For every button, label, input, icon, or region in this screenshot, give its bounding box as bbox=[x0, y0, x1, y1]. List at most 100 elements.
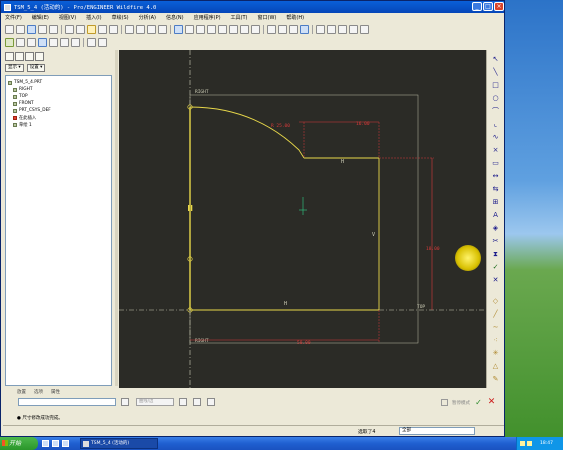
menu-analysis[interactable]: 分析(A) bbox=[139, 14, 156, 21]
menu-file[interactable]: 文件(F) bbox=[5, 14, 22, 21]
layers-icon[interactable] bbox=[251, 24, 260, 34]
menu-sketch[interactable]: 草绘(S) bbox=[112, 14, 129, 21]
datum-axis-tool-icon[interactable]: ╱ bbox=[490, 309, 501, 319]
panel-splitter[interactable] bbox=[115, 50, 118, 386]
selection-filter-icon[interactable] bbox=[147, 24, 156, 34]
rectangle-tool-icon[interactable]: □ bbox=[490, 80, 501, 90]
paste-icon[interactable] bbox=[87, 24, 96, 34]
menu-window[interactable]: 窗口(W) bbox=[258, 14, 277, 21]
show-desktop-icon[interactable] bbox=[42, 440, 49, 447]
saved-views-icon[interactable] bbox=[240, 24, 249, 34]
menu-edit[interactable]: 编辑(E) bbox=[32, 14, 49, 21]
flip-icon[interactable] bbox=[179, 398, 187, 406]
repaint-icon[interactable] bbox=[174, 24, 183, 34]
display-grid-icon[interactable] bbox=[60, 37, 69, 47]
remove-material-icon[interactable] bbox=[207, 398, 215, 406]
tab-options[interactable]: 选项 bbox=[34, 389, 43, 395]
hidden-line-icon[interactable] bbox=[278, 24, 287, 34]
tree-item-insert-here[interactable]: 在此插入 bbox=[8, 114, 109, 121]
arc-tool-icon[interactable]: ⌒ bbox=[490, 106, 501, 116]
menu-info[interactable]: 信息(N) bbox=[166, 14, 184, 21]
favorites-tab[interactable] bbox=[25, 52, 34, 61]
wireframe-icon[interactable] bbox=[267, 24, 276, 34]
constraint-tool-icon[interactable]: ⊞ bbox=[490, 197, 501, 207]
display-constraints-icon[interactable] bbox=[49, 37, 58, 47]
tab-properties[interactable]: 属性 bbox=[51, 389, 60, 395]
maximize-button[interactable]: □ bbox=[483, 2, 493, 11]
trim-tool-icon[interactable]: ✂ bbox=[490, 236, 501, 246]
extrude-icon[interactable] bbox=[98, 37, 107, 47]
palette-tool-icon[interactable]: ◈ bbox=[490, 223, 501, 233]
menu-view[interactable]: 视图(V) bbox=[59, 14, 76, 21]
open-file-icon[interactable] bbox=[16, 24, 25, 34]
mirror-tool-icon[interactable]: ⧗ bbox=[490, 249, 501, 259]
use-edge-icon[interactable]: ▭ bbox=[490, 158, 501, 168]
tab-placement[interactable]: 放置 bbox=[17, 389, 26, 395]
model-tree-tab[interactable] bbox=[5, 52, 14, 61]
menu-tools[interactable]: 工具(T) bbox=[231, 14, 248, 21]
new-file-icon[interactable] bbox=[5, 24, 14, 34]
redo-icon[interactable] bbox=[109, 24, 118, 34]
no-hidden-icon[interactable] bbox=[289, 24, 298, 34]
show-dropdown[interactable]: 显示 ▾ bbox=[5, 64, 24, 72]
datum-plane-tool-icon[interactable]: ◇ bbox=[490, 296, 501, 306]
refit-icon[interactable] bbox=[218, 24, 227, 34]
type-dropdown[interactable]: 曲线/边 bbox=[136, 398, 174, 406]
spin-center-icon[interactable] bbox=[185, 24, 194, 34]
dimension-tool-icon[interactable]: ↔ bbox=[490, 171, 501, 181]
fillet-tool-icon[interactable]: ⌞ bbox=[490, 119, 501, 129]
sketch-tool-icon[interactable] bbox=[87, 37, 96, 47]
datum-point-tool-icon[interactable]: ⁖ bbox=[490, 335, 501, 345]
type-icon[interactable] bbox=[121, 398, 129, 406]
annotations-icon[interactable] bbox=[360, 24, 369, 34]
select-icon[interactable] bbox=[136, 24, 145, 34]
datum-curve-tool-icon[interactable]: ∼ bbox=[490, 322, 501, 332]
datum-csys-tool-icon[interactable]: ✳ bbox=[490, 348, 501, 358]
media-player-icon[interactable] bbox=[62, 440, 69, 447]
reorient-icon[interactable] bbox=[229, 24, 238, 34]
coordinate-systems-icon[interactable] bbox=[349, 24, 358, 34]
tree-item-right[interactable]: RIGHT bbox=[8, 86, 109, 93]
sketch-datum-icon[interactable]: ✎ bbox=[490, 374, 501, 384]
cut-icon[interactable] bbox=[65, 24, 74, 34]
tray-icon[interactable] bbox=[527, 441, 532, 446]
menu-help[interactable]: 帮助(H) bbox=[286, 14, 304, 21]
settings-dropdown[interactable]: 设置 ▾ bbox=[26, 64, 46, 72]
point-tool-icon[interactable]: × bbox=[490, 145, 501, 155]
datum-points-icon[interactable] bbox=[338, 24, 347, 34]
circle-tool-icon[interactable]: ○ bbox=[490, 93, 501, 103]
display-vertices-icon[interactable] bbox=[71, 37, 80, 47]
zoom-out-icon[interactable] bbox=[207, 24, 216, 34]
copy-feature-icon[interactable] bbox=[158, 24, 167, 34]
start-button[interactable]: 开始 bbox=[0, 437, 38, 450]
copy-icon[interactable] bbox=[76, 24, 85, 34]
modify-tool-icon[interactable]: ⇆ bbox=[490, 184, 501, 194]
shading-icon[interactable] bbox=[300, 24, 309, 34]
save-icon[interactable] bbox=[27, 24, 36, 34]
browser-icon[interactable] bbox=[52, 440, 59, 447]
accept-sketch-icon[interactable]: ✓ bbox=[490, 262, 501, 272]
selection-filter-dropdown[interactable]: 全部 bbox=[399, 427, 475, 435]
line-tool-icon[interactable]: ╲ bbox=[490, 67, 501, 77]
close-button[interactable]: × bbox=[494, 2, 504, 11]
menu-applications[interactable]: 应用程序(P) bbox=[194, 14, 221, 21]
display-dimensions-icon[interactable] bbox=[38, 37, 47, 47]
datum-planes-icon[interactable] bbox=[316, 24, 325, 34]
select-arrow-icon[interactable]: ↖ bbox=[490, 54, 501, 64]
regenerate-icon[interactable] bbox=[125, 24, 134, 34]
tree-item-top[interactable]: TOP bbox=[8, 93, 109, 100]
cancel-button[interactable]: ✕ bbox=[487, 398, 496, 407]
tree-item-csys[interactable]: PRT_CSYS_DEF bbox=[8, 107, 109, 114]
tree-item-sketch[interactable]: 草绘 1 bbox=[8, 121, 109, 128]
minimize-button[interactable]: _ bbox=[472, 2, 482, 11]
zoom-in-icon[interactable] bbox=[196, 24, 205, 34]
axis-icon[interactable] bbox=[27, 37, 36, 47]
tray-icon[interactable] bbox=[520, 441, 525, 446]
datum-axes-icon[interactable] bbox=[327, 24, 336, 34]
folder-browser-tab[interactable] bbox=[15, 52, 24, 61]
thicken-icon[interactable] bbox=[193, 398, 201, 406]
pause-icon[interactable] bbox=[441, 399, 448, 406]
spline-tool-icon[interactable]: ∿ bbox=[490, 132, 501, 142]
analysis-tool-icon[interactable]: △ bbox=[490, 361, 501, 371]
graphics-window[interactable]: RIGHT RIGHT H V H TOP R 25.00 16.00 18.0… bbox=[119, 50, 486, 388]
